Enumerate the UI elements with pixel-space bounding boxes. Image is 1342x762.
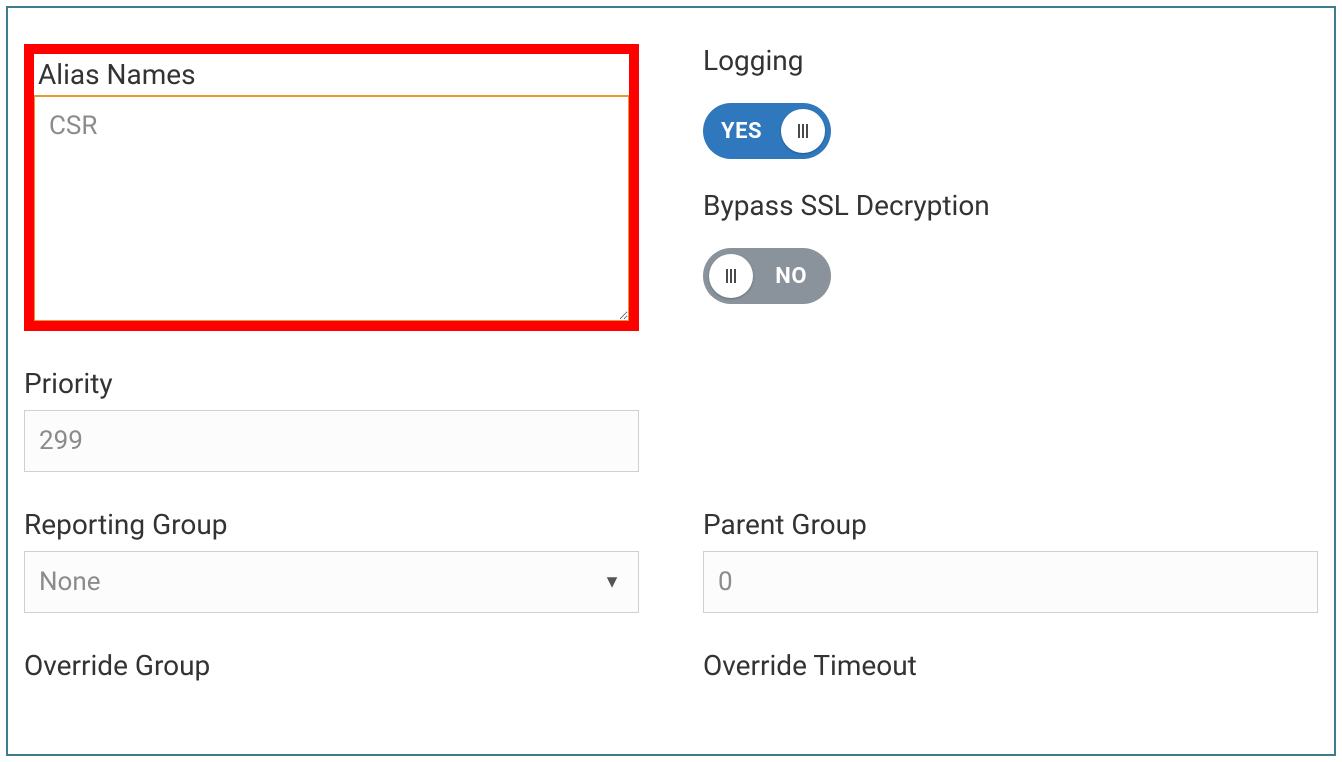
priority-input[interactable] (24, 410, 639, 472)
bypass-ssl-toggle[interactable]: NO (703, 248, 831, 304)
logging-label: Logging (703, 44, 1318, 77)
grip-icon (726, 269, 736, 283)
alias-names-group: Alias Names (24, 44, 639, 331)
logging-group: Logging YES (703, 44, 1318, 159)
parent-group-label: Parent Group (703, 508, 1318, 541)
logging-toggle-value: YES (721, 119, 762, 144)
bypass-ssl-label: Bypass SSL Decryption (703, 189, 1318, 222)
toggle-knob (781, 109, 825, 153)
logging-toggle[interactable]: YES (703, 103, 831, 159)
grip-icon (798, 124, 808, 138)
reporting-group-group: Reporting Group ▼ (24, 508, 639, 613)
override-group-label: Override Group (24, 649, 639, 682)
bypass-ssl-group: Bypass SSL Decryption NO (703, 189, 1318, 304)
right-top-stack: Logging YES Bypass SSL Decryption NO (703, 44, 1318, 304)
alias-names-label: Alias Names (34, 54, 629, 91)
form-grid: Alias Names Logging YES Bypass SSL Decry… (24, 44, 1318, 692)
parent-group-input[interactable] (703, 551, 1318, 613)
alias-names-input[interactable] (34, 95, 629, 321)
reporting-group-label: Reporting Group (24, 508, 639, 541)
reporting-group-select[interactable] (24, 551, 639, 613)
priority-label: Priority (24, 367, 639, 400)
reporting-group-select-wrap: ▼ (24, 551, 639, 613)
bypass-ssl-toggle-value: NO (775, 264, 807, 289)
override-group-group: Override Group (24, 649, 639, 692)
priority-group: Priority (24, 367, 639, 472)
settings-panel: Alias Names Logging YES Bypass SSL Decry… (6, 6, 1336, 756)
toggle-knob (709, 254, 753, 298)
override-timeout-group: Override Timeout (703, 649, 1318, 692)
override-timeout-label: Override Timeout (703, 649, 1318, 682)
parent-group-group: Parent Group (703, 508, 1318, 613)
